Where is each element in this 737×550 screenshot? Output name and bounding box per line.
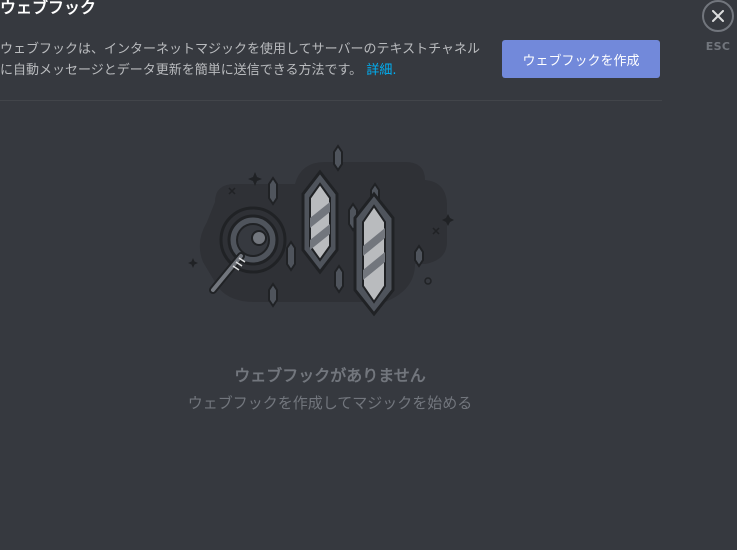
learn-more-link[interactable]: 詳細. bbox=[366, 63, 396, 78]
empty-state-title: ウェブフックがありません bbox=[234, 366, 426, 385]
close-icon bbox=[712, 10, 724, 22]
divider bbox=[0, 100, 662, 101]
close-button[interactable] bbox=[702, 0, 734, 32]
empty-state-subtitle: ウェブフックを作成してマジックを始める bbox=[187, 394, 473, 412]
esc-hint: ESC bbox=[705, 40, 731, 53]
webhooks-description: ウェブフックは、インターネットマジックを使用してサーバーのテキストチャネルに自動… bbox=[0, 39, 488, 81]
create-webhook-button[interactable]: ウェブフックを作成 bbox=[502, 40, 660, 78]
description-text: ウェブフックは、インターネットマジックを使用してサーバーのテキストチャネルに自動… bbox=[0, 42, 480, 78]
close-control[interactable]: ESC bbox=[700, 0, 736, 53]
empty-webhooks-illustration bbox=[188, 144, 454, 317]
page-title: ウェブフック bbox=[0, 0, 97, 17]
webhooks-settings-page: ウェブフック ウェブフックは、インターネットマジックを使用してサーバーのテキスト… bbox=[0, 0, 737, 550]
